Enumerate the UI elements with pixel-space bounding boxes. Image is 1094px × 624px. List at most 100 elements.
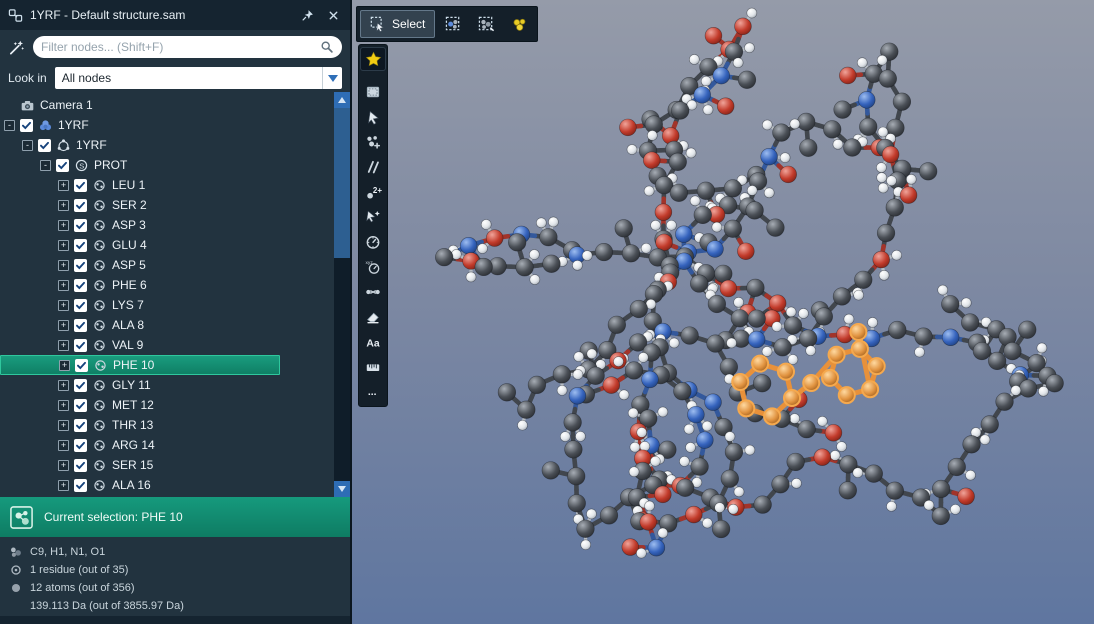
expander-toggle[interactable]: + (58, 280, 69, 291)
expander-toggle[interactable]: + (58, 320, 69, 331)
panel-bottom-strip (0, 616, 350, 624)
tree-item-leu-1[interactable]: +LEU 1 (0, 175, 334, 195)
chevron-down-icon[interactable] (322, 67, 342, 89)
tree-item-lys-7[interactable]: +LYS 7 (0, 295, 334, 315)
expander-toggle[interactable]: + (58, 240, 69, 251)
visibility-checkbox[interactable] (74, 279, 87, 292)
more-icon: ... (365, 384, 382, 401)
expander-toggle[interactable]: + (58, 260, 69, 271)
chain-icon: S (74, 158, 89, 173)
visibility-checkbox[interactable] (74, 439, 87, 452)
tree-item-gly-11[interactable]: + GLY 11 (0, 375, 334, 395)
tree-item-met-12[interactable]: +MET 12 (0, 395, 334, 415)
select-structures-button[interactable] (438, 10, 468, 38)
magic-wand-icon[interactable] (8, 39, 25, 56)
pointer-tool-button[interactable] (361, 106, 385, 128)
select-groups-button[interactable] (471, 10, 501, 38)
expander-toggle[interactable]: + (58, 380, 69, 391)
expander-toggle[interactable]: + (58, 180, 69, 191)
scroll-down-button[interactable] (334, 481, 350, 497)
look-in-value: All nodes (55, 67, 322, 89)
expander-toggle[interactable]: + (58, 460, 69, 471)
status-line: 1 residue (out of 35) (8, 561, 342, 578)
expander-toggle[interactable]: + (58, 300, 69, 311)
expander-toggle[interactable]: + (59, 360, 70, 371)
tree-item-glu-4[interactable]: +GLU 4 (0, 235, 334, 255)
visibility-checkbox[interactable] (74, 459, 87, 472)
more-tools-button[interactable]: ... (361, 381, 385, 403)
visibility-checkbox[interactable] (74, 399, 87, 412)
visibility-checkbox[interactable] (75, 359, 88, 372)
add-atoms-tool-button[interactable] (361, 131, 385, 153)
visibility-checkbox[interactable] (38, 139, 51, 152)
tree-item-phe-10[interactable]: +PHE 10 (0, 355, 280, 375)
tree-item-arg-14[interactable]: +ARG 14 (0, 435, 334, 455)
visibility-checkbox[interactable] (74, 179, 87, 192)
select-elements-button[interactable] (504, 10, 534, 38)
status-line: C9, H1, N1, O1 (8, 543, 342, 560)
tree-item-1yrf[interactable]: -1YRF (0, 135, 334, 155)
selection-tool-button[interactable] (361, 81, 385, 103)
ruler-tool-button[interactable] (361, 356, 385, 378)
select-tool-icon (370, 16, 386, 32)
visibility-checkbox[interactable] (74, 379, 87, 392)
molecule-render (352, 0, 1094, 624)
tree-item-1yrf[interactable]: -1YRF (0, 115, 334, 135)
expander-toggle[interactable]: + (58, 420, 69, 431)
tree-item-thr-13[interactable]: + THR 13 (0, 415, 334, 435)
visibility-checkbox[interactable] (74, 299, 87, 312)
eraser-tool-button[interactable] (361, 306, 385, 328)
look-in-dropdown[interactable]: All nodes (55, 67, 342, 89)
tree-item-label: THR 13 (112, 418, 153, 432)
expander-toggle[interactable]: + (58, 480, 69, 491)
tree-item-ala-8[interactable]: +ALA 8 (0, 315, 334, 335)
tree-item-phe-6[interactable]: +PHE 6 (0, 275, 334, 295)
close-icon[interactable] (324, 6, 342, 24)
favorites-button[interactable] (361, 48, 385, 70)
visibility-checkbox[interactable] (74, 419, 87, 432)
expander-toggle[interactable]: - (22, 140, 33, 151)
residue-icon (92, 258, 107, 273)
links-tool-button[interactable] (361, 281, 385, 303)
visibility-checkbox[interactable] (74, 339, 87, 352)
expander-toggle[interactable]: + (58, 220, 69, 231)
tree-item-prot[interactable]: -SPROT (0, 155, 334, 175)
visibility-checkbox[interactable] (74, 199, 87, 212)
expander-toggle[interactable]: + (58, 400, 69, 411)
visibility-checkbox[interactable] (56, 159, 69, 172)
visibility-checkbox[interactable] (74, 479, 87, 492)
visibility-checkbox[interactable] (74, 239, 87, 252)
tree-item-asp-3[interactable]: +ASP 3 (0, 215, 334, 235)
expander-toggle[interactable]: + (58, 200, 69, 211)
charge-tool-button[interactable]: 2+ (361, 181, 385, 203)
expander-toggle[interactable]: - (4, 120, 15, 131)
tree-item-ser-2[interactable]: +SER 2 (0, 195, 334, 215)
viewport-3d[interactable]: Select 2+ xyz Aa... (352, 0, 1094, 624)
visibility-checkbox[interactable] (74, 259, 87, 272)
visibility-checkbox[interactable] (74, 219, 87, 232)
tree-scrollbar[interactable] (334, 92, 350, 497)
scroll-thumb[interactable] (334, 108, 350, 258)
pin-icon[interactable] (299, 6, 317, 24)
tree-item-ala-16[interactable]: +ALA 16 (0, 475, 334, 495)
tree-item-ser-15[interactable]: +SER 15 (0, 455, 334, 475)
visibility-checkbox[interactable] (74, 319, 87, 332)
visibility-checkbox[interactable] (20, 119, 33, 132)
gauge-tool-button[interactable] (361, 231, 385, 253)
xyz-gauge-tool-button[interactable]: xyz (361, 256, 385, 278)
expander-toggle[interactable]: - (40, 160, 51, 171)
expander-toggle[interactable]: + (58, 440, 69, 451)
scroll-track[interactable] (334, 258, 350, 481)
text-tool-button[interactable]: Aa (361, 331, 385, 353)
filter-input[interactable] (41, 40, 316, 54)
scroll-up-button[interactable] (334, 92, 350, 108)
tree-item-camera-1[interactable]: +Camera 1 (0, 95, 334, 115)
select-tool-button[interactable]: Select (360, 10, 435, 38)
tree-item-asp-5[interactable]: +ASP 5 (0, 255, 334, 275)
expander-toggle[interactable]: + (58, 340, 69, 351)
sel-structures-icon (445, 16, 462, 33)
bond-tool-button[interactable] (361, 156, 385, 178)
tree-item-val-9[interactable]: +VAL 9 (0, 335, 334, 355)
tree-item-label: GLY 11 (112, 378, 151, 392)
pick-tool-button[interactable] (361, 206, 385, 228)
